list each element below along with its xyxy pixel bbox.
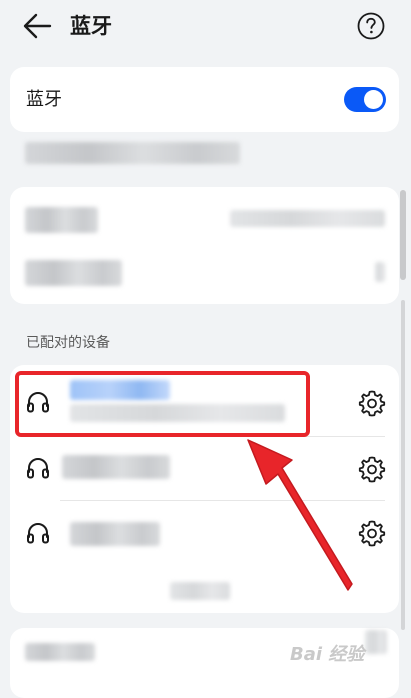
gear-icon[interactable]: [358, 389, 386, 417]
info-row-2-label-redacted[interactable]: [25, 260, 122, 286]
headset-icon: [27, 523, 49, 544]
info-row-2-chevron-redacted: [375, 262, 385, 282]
highlight-box: [15, 371, 310, 437]
paired-device-3-name-redacted[interactable]: [70, 522, 160, 546]
bottom-right-redacted: [365, 630, 387, 654]
paired-device-2-name-redacted[interactable]: [62, 455, 170, 479]
help-icon[interactable]: [356, 11, 386, 41]
page-title: 蓝牙: [70, 14, 112, 38]
toggle-knob: [364, 90, 383, 109]
device-name-redacted: [25, 142, 240, 164]
info-row-1-value-redacted: [230, 210, 385, 227]
scrollbar-track: [401, 300, 405, 630]
bottom-section-title-redacted: [25, 643, 95, 661]
scrollbar[interactable]: [400, 190, 406, 280]
paired-devices-section-title: 已配对的设备: [26, 335, 110, 351]
info-row-1-label-redacted: [25, 207, 98, 233]
bluetooth-toggle[interactable]: [344, 87, 386, 112]
headset-icon: [27, 458, 49, 479]
red-arrow-annotation: [247, 439, 353, 591]
gear-icon[interactable]: [358, 455, 386, 483]
device-info-card: [10, 187, 399, 304]
bluetooth-label: 蓝牙: [26, 89, 62, 110]
bluetooth-toggle-card: [10, 67, 399, 132]
back-arrow-icon[interactable]: [20, 10, 54, 42]
baidu-watermark: Bai 经验: [290, 644, 365, 665]
show-more-redacted[interactable]: [170, 582, 230, 600]
gear-icon[interactable]: [358, 519, 386, 547]
